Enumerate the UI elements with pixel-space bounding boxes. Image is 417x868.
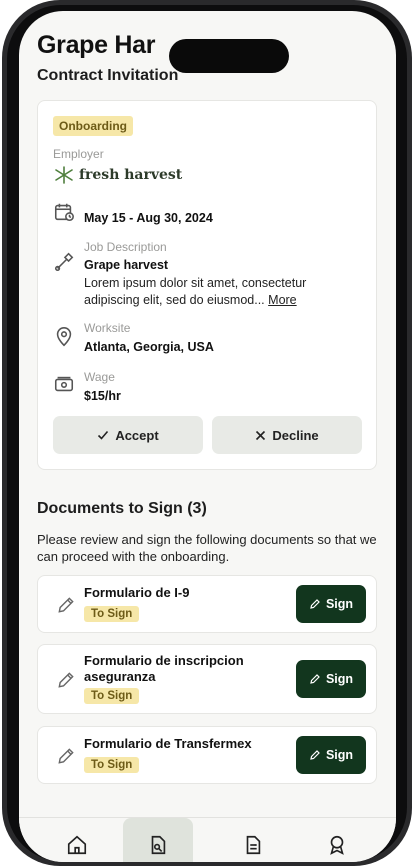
decline-label: Decline [272, 427, 319, 443]
document-item-i9: Formulario de I-9 To Sign Sign [37, 575, 377, 633]
wage-value: $15/hr [84, 389, 121, 403]
sign-label: Sign [325, 748, 354, 762]
pencil-icon [310, 599, 320, 609]
document-status-badge: To Sign [84, 606, 140, 622]
accept-label: Accept [115, 427, 159, 443]
employer-label: Employer [53, 147, 104, 161]
document-item-transfermex: Formulario de Transfermex To Sign Sign [37, 726, 377, 784]
home-icon [67, 835, 87, 855]
document-name: Formulario de I-9 [84, 585, 190, 600]
sign-button-transfermex[interactable]: Sign [296, 736, 366, 774]
leaf-icon [55, 166, 73, 184]
contract-card: Onboarding Employer fresh harvest May 15… [37, 100, 377, 470]
pencil-icon [310, 750, 320, 760]
employer-name: fresh harvest [79, 167, 183, 183]
award-icon [330, 835, 344, 855]
document-name: Formulario de inscripcion aseguranza [84, 653, 244, 684]
pencil-icon [58, 672, 74, 688]
worksite-label: Worksite [84, 321, 131, 335]
pencil-icon [58, 748, 74, 764]
check-icon [98, 430, 109, 440]
documents-title: Documents to Sign (3) [37, 500, 207, 517]
main-content: Grape Har Contract Invitation Onboarding… [19, 11, 396, 862]
job-title: Grape harvest [84, 258, 169, 272]
close-icon [256, 430, 266, 440]
wage-label: Wage [84, 370, 115, 384]
dynamic-island [169, 39, 289, 73]
location-pin-icon [56, 327, 72, 347]
document-item-aseguranza: Formulario de inscripcion aseguranza To … [37, 644, 377, 714]
sign-label: Sign [325, 672, 354, 686]
job-description-label: Job Description [84, 240, 167, 254]
sign-button-aseguranza[interactable]: Sign [296, 660, 366, 698]
document-name: Formulario de Transfermex [84, 736, 252, 751]
tab-profile[interactable] [302, 818, 372, 862]
tab-contracts[interactable] [123, 818, 193, 862]
status-badge: Onboarding [53, 116, 133, 136]
employer-logo: fresh harvest [53, 165, 182, 185]
page-title: Grape Har [37, 31, 156, 59]
decline-button[interactable]: Decline [212, 416, 362, 454]
tool-icon [54, 252, 74, 272]
sign-button-i9[interactable]: Sign [296, 585, 366, 623]
calendar-icon [54, 203, 74, 222]
pencil-icon [58, 597, 74, 613]
contract-icon [151, 835, 166, 855]
job-description: Lorem ipsum dolor sit amet, consectetur … [84, 275, 354, 309]
phone-frame: Grape Har Contract Invitation Onboarding… [2, 0, 412, 866]
screen: Grape Har Contract Invitation Onboarding… [19, 11, 396, 862]
tab-home[interactable] [42, 818, 112, 862]
worksite-value: Atlanta, Georgia, USA [84, 340, 214, 354]
document-icon [246, 835, 261, 855]
documents-description: Please review and sign the following doc… [37, 532, 377, 564]
document-status-badge: To Sign [84, 688, 140, 704]
document-status-badge: To Sign [84, 757, 140, 773]
pencil-icon [310, 674, 320, 684]
contract-dates: May 15 - Aug 30, 2024 [84, 211, 213, 225]
bottom-tab-bar [19, 817, 396, 862]
more-link[interactable]: More [268, 293, 296, 307]
tab-documents[interactable] [218, 818, 288, 862]
accept-button[interactable]: Accept [53, 416, 203, 454]
section-title-contract: Contract Invitation [37, 67, 179, 84]
money-icon [54, 376, 74, 392]
sign-label: Sign [325, 597, 354, 611]
